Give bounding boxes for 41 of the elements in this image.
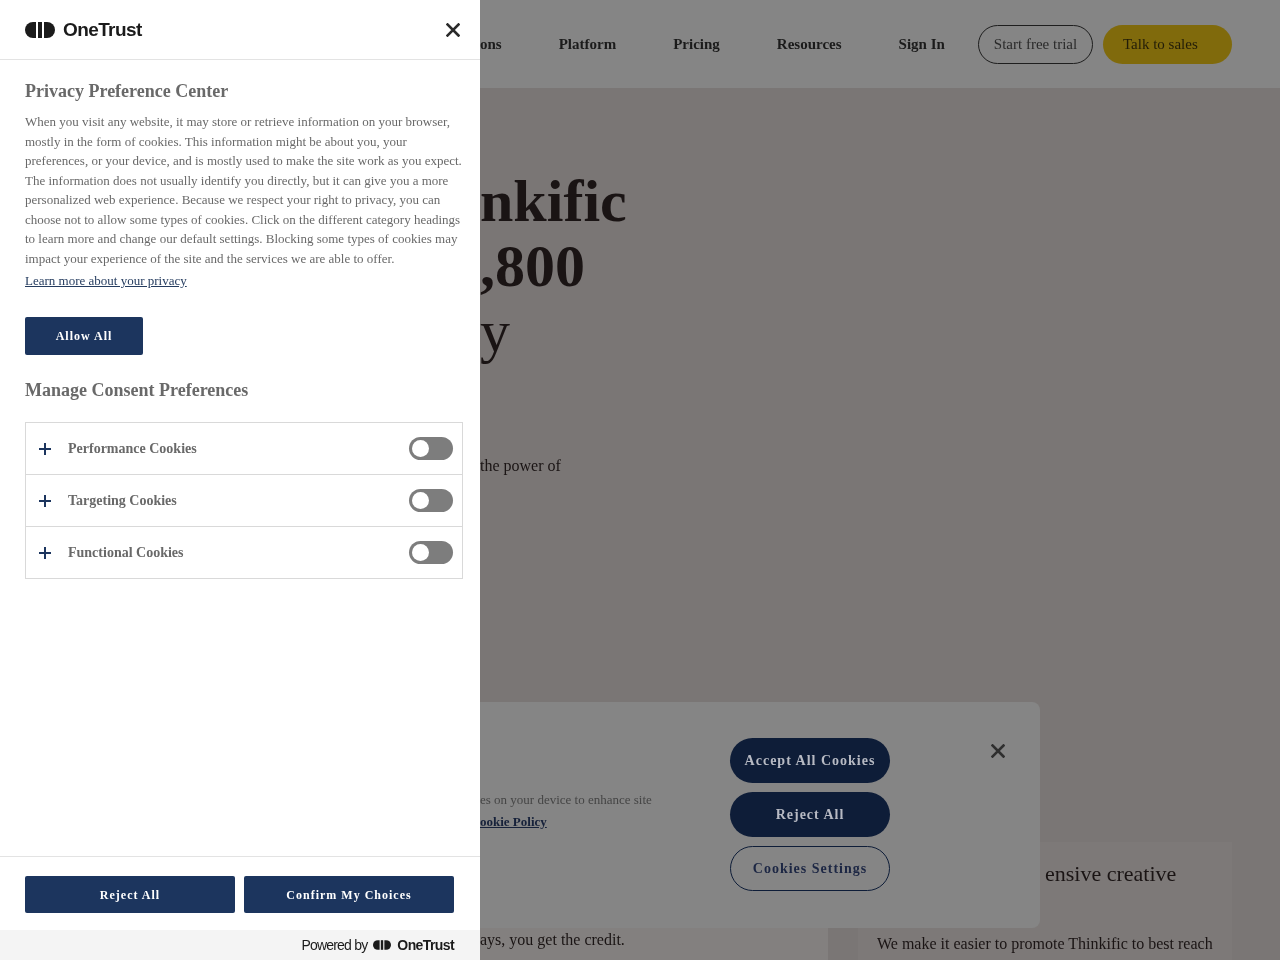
card-text: We make it easier to promote Thinkific to best reach <box>877 934 1213 955</box>
close-icon <box>446 22 460 37</box>
nav-link[interactable]: Pricing <box>673 32 720 56</box>
description-text: When you visit any website, it may store or retrieve information on your browser, mostly in the form of cookies. This information might be about you, your preferences, or your device, and is mostly used to make the site work as you expect. The information does not usually identify you directly, but it can give you a more personalized web experience. Because we respect your right to privacy, you can choose not to allow some types of cookies. Click on the different category headings to learn more and change our default settings. Blocking some types of cookies may impact your experience of the site and the services we are able to offer. <box>25 113 463 268</box>
category-label: Functional Cookies <box>68 544 184 562</box>
nav-link[interactable]: Sign In <box>898 32 945 56</box>
category-label: Performance Cookies <box>68 440 197 458</box>
confirm-choices-button[interactable]: Confirm My Choices <box>244 876 454 913</box>
privacy-link[interactable]: Learn more about your privacy <box>25 271 187 291</box>
hero-heading: ,800 <box>480 234 585 299</box>
nav-link[interactable]: ons <box>480 32 502 56</box>
panel-title: Privacy Preference Center <box>25 80 229 102</box>
category-label: Targeting Cookies <box>68 492 177 510</box>
accept-cookies-button[interactable]: Accept All Cookies <box>730 738 890 783</box>
banner-text: es on your device to enhance site <box>480 791 652 809</box>
section-heading: Manage Consent Preferences <box>25 379 249 401</box>
logo-text: OneTrust <box>63 18 142 41</box>
hero-text: the power of <box>480 456 561 477</box>
category-row[interactable]: Functional Cookies <box>25 526 463 579</box>
toggle-switch[interactable] <box>409 437 453 460</box>
nav-link[interactable]: Platform <box>558 32 617 56</box>
cookie-policy-link[interactable]: ookie Policy <box>480 814 547 829</box>
logo-mark-icon <box>25 21 55 38</box>
toggle-switch[interactable] <box>409 489 453 512</box>
close-icon <box>991 744 1005 758</box>
powered-by-text: Powered by <box>301 935 368 955</box>
hero-heading: y <box>480 299 510 364</box>
category-row[interactable]: Performance Cookies <box>25 422 463 475</box>
reject-all-button[interactable]: Reject All <box>25 876 235 913</box>
allow-all-button[interactable]: Allow All <box>25 317 143 355</box>
card-heading: ensive creative <box>1045 861 1177 887</box>
talk-to-sales-button[interactable]: Talk to sales <box>1103 24 1232 64</box>
toggle-switch[interactable] <box>409 541 453 564</box>
card-text: ays, you get the credit. <box>480 930 625 951</box>
reject-all-button[interactable]: Reject All <box>730 792 890 837</box>
category-row[interactable]: Targeting Cookies <box>25 474 463 527</box>
nav-link[interactable]: Resources <box>776 32 842 56</box>
hero-heading: nkific <box>480 169 627 234</box>
brand-text: OneTrust <box>397 935 454 955</box>
close-button[interactable] <box>446 22 460 37</box>
logo-mark-icon <box>373 940 392 950</box>
